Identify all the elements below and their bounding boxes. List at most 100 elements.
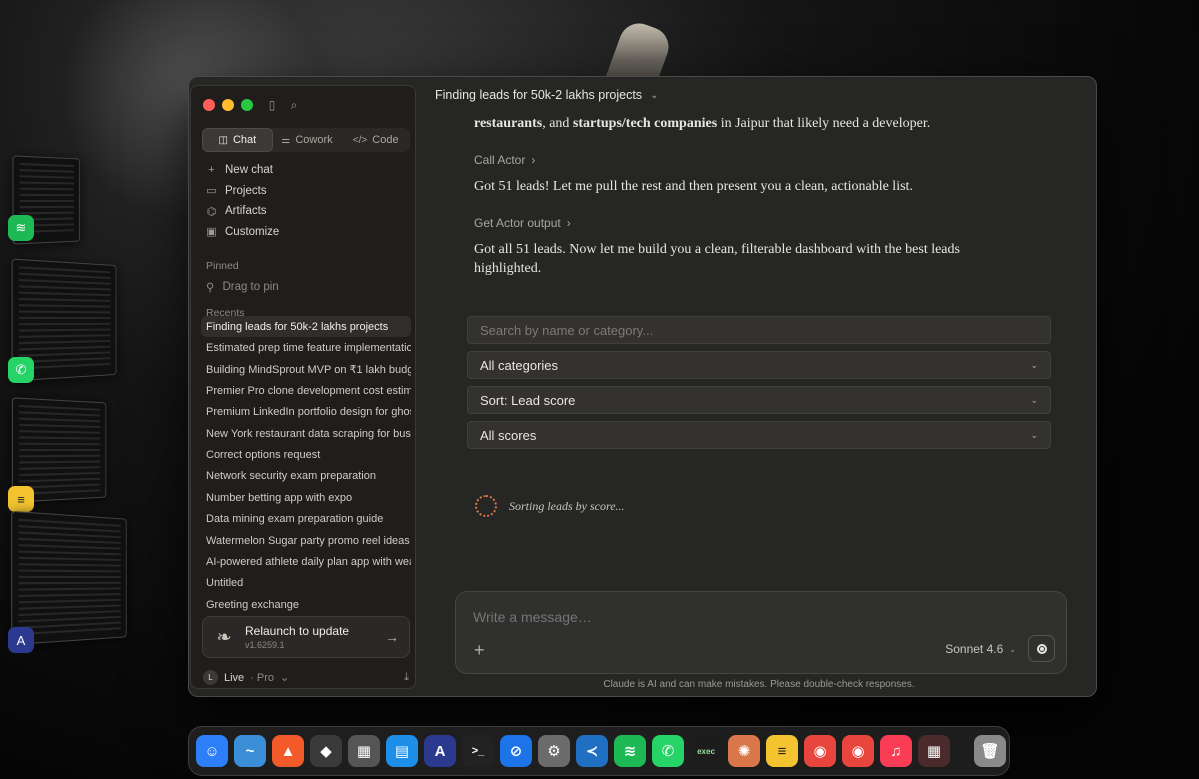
recent-item[interactable]: Data mining exam preparation guide [201,509,411,530]
recent-item[interactable]: Estimated prep time feature implementati… [201,337,411,358]
whatsapp-icon[interactable]: ✆ [8,357,34,383]
chevron-right-icon: › [531,153,536,167]
recent-item[interactable]: New York restaurant data scraping for bu… [201,423,411,444]
notes-icon[interactable]: ≡ [8,486,34,512]
claude-icon[interactable]: ✺ [728,735,760,767]
projects-label: Projects [225,184,267,197]
recent-item[interactable]: Greeting exchange [201,594,411,615]
chrome-icon[interactable]: ◉ [842,735,874,767]
sidebar-item-projects[interactable]: ▭ Projects [206,181,279,202]
window-controls [203,99,253,111]
exec-icon[interactable]: exec [690,735,722,767]
assistant-message: Got all 51 leads. Now let me build you a… [474,242,960,276]
close-button[interactable] [203,99,215,111]
search-icon[interactable]: ⌕ [287,98,301,112]
tool-call-call-actor[interactable]: Call Actor › [474,153,535,167]
model-selector[interactable]: Sonnet 4.6 ⌄ [945,642,1016,656]
tool-call-get-actor-output[interactable]: Get Actor output › [474,216,571,230]
arc-icon[interactable]: A [424,735,456,767]
category-select[interactable]: All categories ⌄ [467,351,1051,379]
chevron-down-icon: ⌄ [650,89,659,101]
new-chat-button[interactable]: + New chat [206,160,279,181]
music-icon[interactable]: ♫ [880,735,912,767]
recent-item[interactable]: AI-powered athlete daily plan app with w… [201,551,411,572]
chat-title-button[interactable]: Finding leads for 50k-2 lakhs projects ⌄ [435,88,658,102]
disclaimer: Claude is AI and can make mistakes. Plea… [603,679,915,690]
partial-text-2: , and [542,116,573,131]
arrow-right-icon: → [385,629,399,645]
terminal-icon[interactable]: >_ [462,735,494,767]
pin-icon: ⚲ [206,282,215,294]
recent-item[interactable]: Premium LinkedIn portfolio design for gh… [201,402,411,423]
recent-item[interactable]: Premier Pro clone development cost estim… [201,380,411,401]
system-settings-icon[interactable]: ⚙ [538,735,570,767]
vscode-icon[interactable]: ≺ [576,735,608,767]
zoom-button[interactable] [241,99,253,111]
sidebar-menu: + New chat ▭ Projects ⌬ Artifacts ▣ Cust… [206,160,279,242]
tool-2-label: Get Actor output [474,216,561,230]
recent-item[interactable]: Network security exam preparation [201,466,411,487]
spotify-icon[interactable]: ≋ [614,735,646,767]
relaunch-update-card[interactable]: ❧ Relaunch to update v1.6259.1 → [202,616,410,658]
stage-window-4[interactable] [11,510,127,646]
sliders-icon: ⚌ [281,134,291,146]
leaf-icon: ❧ [216,626,232,647]
recent-item[interactable]: Watermelon Sugar party promo reel ideas [201,530,411,551]
voice-icon [1036,643,1047,654]
lead-search-input[interactable]: Search by name or category... [467,316,1051,344]
message-composer: + Sonnet 4.6 ⌄ [455,591,1067,674]
update-version: v1.6259.1 [245,640,285,650]
code-brackets-icon: </> [352,134,368,146]
sort-select[interactable]: Sort: Lead score ⌄ [467,386,1051,414]
loading-status: Sorting leads by score... [475,495,625,517]
spotify-icon[interactable]: ≋ [8,215,34,241]
minimize-button[interactable] [222,99,234,111]
assistant-message-partial: restaurants, and startups/tech companies… [474,114,994,133]
chevron-right-icon: › [566,216,571,230]
claude-window: ▯ ⌕ ◫ Chat ⚌ Cowork </> Code + New chat [188,76,1097,697]
recent-item[interactable]: Number betting app with expo [201,487,411,508]
recent-item[interactable]: Finding leads for 50k-2 lakhs projects [201,316,411,338]
launchpad-icon[interactable]: ▦ [348,735,380,767]
freeform-icon[interactable]: ~ [234,735,266,767]
voice-mode-button[interactable] [1028,635,1055,662]
message-input[interactable] [473,609,873,625]
chevron-down-icon: ⌄ [1030,429,1038,440]
finder-icon[interactable]: ☺ [196,735,228,767]
recent-item[interactable]: Correct options request [201,444,411,465]
chevron-down-icon: ⌄ [1030,359,1038,370]
safari-icon[interactable]: ⊘ [500,735,532,767]
sidebar-item-artifacts[interactable]: ⌬ Artifacts [206,201,279,222]
spinner-icon [475,495,497,517]
shapes-icon: ⌬ [206,205,217,218]
score-select[interactable]: All scores ⌄ [467,421,1051,449]
brave-icon[interactable]: ▲ [272,735,304,767]
screen-grid-icon[interactable]: ▦ [918,735,950,767]
plus-icon[interactable]: + [474,640,485,661]
arc-icon[interactable]: A [8,627,34,653]
download-icon[interactable]: ⤓ [404,671,409,684]
trash-icon[interactable]: 🗑 [974,735,1006,767]
avatar: L [203,670,218,685]
user-menu[interactable]: L Live · Pro ⌄ ⤓ [203,670,409,685]
sidebar-item-customize[interactable]: ▣ Customize [206,222,279,243]
sidebar-controls: ▯ ⌕ [265,98,301,113]
tab-cowork-label: Cowork [295,134,333,146]
chevron-down-icon: ⌄ [280,672,290,684]
docker-icon[interactable]: ▤ [386,735,418,767]
parallels-icon[interactable]: ◆ [310,735,342,767]
tab-code[interactable]: </> Code [341,128,410,152]
tab-cowork[interactable]: ⚌ Cowork [273,128,342,152]
recent-item[interactable]: Untitled [201,573,411,594]
sidebar-toggle-icon[interactable]: ▯ [265,98,279,112]
sort-select-value: Sort: Lead score [480,392,576,408]
artifacts-label: Artifacts [225,205,267,218]
chrome-icon[interactable]: ◉ [804,735,836,767]
tab-chat[interactable]: ◫ Chat [202,128,273,152]
recent-item[interactable]: Building MindSprout MVP on ₹1 lakh budge… [201,359,411,380]
notes-icon[interactable]: ≡ [766,735,798,767]
partial-text-4: in Jaipur that likely need a developer. [717,116,931,131]
tool-1-label: Call Actor [474,153,526,167]
chat-title: Finding leads for 50k-2 lakhs projects [435,88,643,102]
whatsapp-icon[interactable]: ✆ [652,735,684,767]
